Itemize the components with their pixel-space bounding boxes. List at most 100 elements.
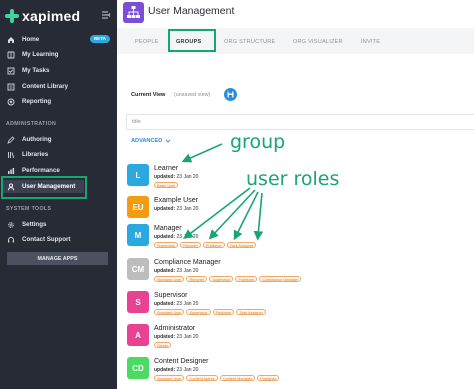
role-badge: Task Assigner xyxy=(236,309,266,315)
updated-date: 23 Jan 20 xyxy=(176,334,199,340)
sidebar: xapimed Home BETA My Learning My Tasks C… xyxy=(0,0,117,389)
gear-icon xyxy=(6,220,15,229)
brand-mark-icon xyxy=(5,9,19,23)
sidebar-item-label: My Tasks xyxy=(22,67,50,74)
group-row-supervisor[interactable]: S Supervisor updated: 23 Jan 20 Standard… xyxy=(127,291,457,317)
tab-people[interactable]: PEOPLE xyxy=(135,39,159,45)
home-icon xyxy=(6,35,15,44)
headset-icon xyxy=(6,235,15,244)
tab-invite[interactable]: INVITE xyxy=(361,39,380,45)
advanced-filter-toggle[interactable]: ADVANCED xyxy=(131,138,171,144)
updated-label: updated: xyxy=(154,268,176,274)
sidebar-item-label: Settings xyxy=(22,221,47,228)
sidebar-item-label: Libraries xyxy=(22,151,49,158)
role-badge: Reporter xyxy=(180,242,201,248)
group-avatar: CD xyxy=(127,357,149,379)
group-name[interactable]: Supervisor xyxy=(154,292,187,299)
role-list: Standard User Supervisor Publisher Task … xyxy=(154,309,266,315)
group-row-administrator[interactable]: A Administrator updated: 23 Jan 20 Owner xyxy=(127,324,457,350)
pencil-icon xyxy=(6,135,15,144)
role-list: Standard User Content Author Content Man… xyxy=(154,375,280,381)
view-status: (unsaved view) xyxy=(174,92,211,98)
sidebar-item-authoring[interactable]: Authoring xyxy=(6,133,112,146)
role-badge: Publisher xyxy=(235,276,258,282)
updated-date: 23 Jan 20 xyxy=(176,268,199,274)
group-updated: updated: 23 Jan 20 xyxy=(154,334,198,340)
role-badge: Publisher xyxy=(257,375,280,381)
role-list: Owner xyxy=(154,342,172,348)
updated-label: updated: xyxy=(154,334,176,340)
group-updated: updated: 23 Jan 20 xyxy=(154,206,198,212)
updated-label: updated: xyxy=(154,367,176,373)
beta-badge: BETA xyxy=(89,35,110,43)
updated-date: 23 Jan 20 xyxy=(176,301,199,307)
role-badge: Content Author xyxy=(186,375,218,381)
group-name[interactable]: Example User xyxy=(154,197,198,204)
role-badge: Owner xyxy=(154,342,172,348)
chart-icon xyxy=(6,166,15,175)
role-badge: Supervisor xyxy=(154,242,179,248)
sidebar-item-libraries[interactable]: Libraries xyxy=(6,148,112,161)
page-title: User Management xyxy=(148,5,235,17)
role-list: Supervisor Reporter Publisher Task Assig… xyxy=(154,242,257,248)
brand-logo[interactable]: xapimed xyxy=(5,7,80,25)
sidebar-item-home[interactable]: Home BETA xyxy=(6,33,112,46)
sidebar-item-label: Performance xyxy=(22,167,60,174)
sidebar-item-label: Contact Support xyxy=(22,236,71,243)
sidebar-item-my-tasks[interactable]: My Tasks xyxy=(6,64,112,77)
group-name[interactable]: Compliance Manager xyxy=(154,259,221,266)
role-badge: Supervisor xyxy=(186,309,211,315)
role-badge: Standard User xyxy=(154,309,185,315)
page-header: User Management xyxy=(117,0,474,28)
annotation-user-roles: user roles xyxy=(246,168,340,190)
section-label-administration: ADMINISTRATION xyxy=(6,121,57,127)
updated-label: updated: xyxy=(154,206,176,212)
group-row-example-user[interactable]: EU Example User updated: 23 Jan 20 xyxy=(127,196,457,222)
annotation-group: group xyxy=(230,131,286,153)
updated-date: 23 Jan 20 xyxy=(176,234,199,240)
tab-org-structure[interactable]: ORG STRUCTURE xyxy=(224,39,275,45)
role-badge: Compliance Manager xyxy=(259,276,302,282)
tab-org-visualizer[interactable]: ORG VISUALIZER xyxy=(293,39,343,45)
group-row-manager[interactable]: M Manager updated: 23 Jan 20 Supervisor … xyxy=(127,224,457,250)
group-row-content-designer[interactable]: CD Content Designer updated: 23 Jan 20 S… xyxy=(127,357,457,383)
chevron-down-icon xyxy=(165,138,171,144)
advanced-label: ADVANCED xyxy=(131,138,163,144)
role-badge: Standard User xyxy=(154,276,185,282)
group-name[interactable]: Manager xyxy=(154,225,182,232)
current-view-label: Current View xyxy=(131,92,166,98)
updated-label: updated: xyxy=(154,174,176,180)
title-filter-input[interactable]: title xyxy=(126,114,474,130)
book-icon xyxy=(6,50,15,59)
collapse-sidebar-icon[interactable] xyxy=(101,10,111,20)
sidebar-item-contact-support[interactable]: Contact Support xyxy=(6,233,112,246)
sidebar-item-settings[interactable]: Settings xyxy=(6,218,112,231)
sidebar-item-my-learning[interactable]: My Learning xyxy=(6,48,112,61)
sidebar-item-content-library[interactable]: Content Library xyxy=(6,80,112,93)
sidebar-item-label: Authoring xyxy=(22,136,52,143)
sidebar-item-reporting[interactable]: Reporting xyxy=(6,95,112,108)
role-badge: Basic User xyxy=(154,182,179,188)
sidebar-item-label: Content Library xyxy=(22,83,69,90)
sidebar-item-label: Reporting xyxy=(22,98,52,105)
updated-label: updated: xyxy=(154,234,176,240)
role-list: Basic User xyxy=(154,182,179,188)
group-updated: updated: 23 Jan 20 xyxy=(154,301,198,307)
group-name[interactable]: Administrator xyxy=(154,325,195,332)
role-badge: Publisher xyxy=(202,242,225,248)
brand-name: xapimed xyxy=(22,8,81,24)
group-name[interactable]: Learner xyxy=(154,165,178,172)
role-badge: Reporter xyxy=(186,276,208,282)
role-badge: Standard User xyxy=(154,375,185,381)
save-view-icon[interactable] xyxy=(224,88,237,101)
manage-apps-button[interactable]: MANAGE APPS xyxy=(7,252,108,265)
role-badge: Publisher xyxy=(212,309,235,315)
group-name[interactable]: Content Designer xyxy=(154,358,208,365)
user-management-highlight xyxy=(1,176,87,199)
group-row-compliance-manager[interactable]: CM Compliance Manager updated: 23 Jan 20… xyxy=(127,258,457,284)
updated-date: 23 Jan 20 xyxy=(176,367,199,373)
updated-label: updated: xyxy=(154,301,176,307)
role-badge: Task Assigner xyxy=(226,242,257,248)
library-icon xyxy=(6,150,15,159)
group-avatar: EU xyxy=(127,196,149,218)
